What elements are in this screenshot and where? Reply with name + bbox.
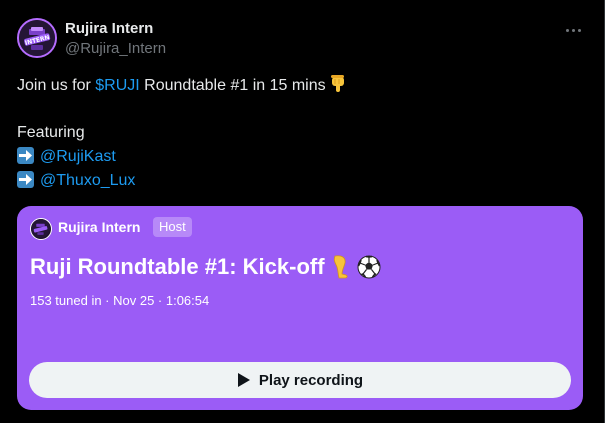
tweet: INTERN Rujira Intern @Rujira_Intern Join… — [0, 0, 605, 423]
space-card[interactable]: Rujira Intern Host Ruji Roundtable #1: K… — [17, 206, 583, 410]
mention-link[interactable]: @RujiKast — [40, 148, 116, 165]
host-name: Rujira Intern — [58, 219, 141, 235]
mention-link[interactable]: @Thuxo_Lux — [40, 172, 135, 189]
author-avatar[interactable]: INTERN — [17, 18, 57, 58]
space-title: Ruji Roundtable #1: Kick-off — [30, 254, 381, 280]
right-arrow-emoji-icon — [17, 147, 34, 164]
intern-logo-icon: INTERN — [19, 20, 55, 56]
play-recording-label: Play recording — [258, 371, 364, 389]
right-arrow-emoji-icon — [17, 171, 34, 188]
more-options-icon[interactable] — [560, 22, 586, 38]
space-title-text: Ruji Roundtable #1: Kick-off — [30, 254, 325, 279]
author-handle[interactable]: @Rujira_Intern — [65, 40, 166, 57]
tweet-text: Roundtable #1 in 15 mins — [139, 77, 326, 94]
leg-icon — [333, 255, 348, 279]
cashtag-link[interactable]: $RUJI — [95, 77, 139, 94]
play-icon — [237, 373, 250, 387]
tweet-text: Join us for — [17, 77, 96, 94]
tweet-text-line-1: Join us for $RUJI Roundtable #1 in 15 mi… — [17, 75, 346, 99]
play-recording-button[interactable]: Play recording — [29, 362, 571, 398]
host-avatar — [30, 218, 52, 240]
mention-line: @RujiKast — [17, 147, 116, 167]
intern-logo-icon — [31, 219, 50, 238]
mention-line: @Thuxo_Lux — [17, 171, 135, 191]
pointing-down-emoji-icon — [330, 75, 346, 99]
space-meta: 153 tuned in · Nov 25 · 1:06:54 — [30, 293, 210, 308]
tweet-text-line-2: Featuring — [17, 124, 85, 141]
author-name[interactable]: Rujira Intern — [65, 20, 153, 37]
soccer-ball-icon — [357, 255, 381, 279]
host-badge: Host — [153, 217, 192, 237]
